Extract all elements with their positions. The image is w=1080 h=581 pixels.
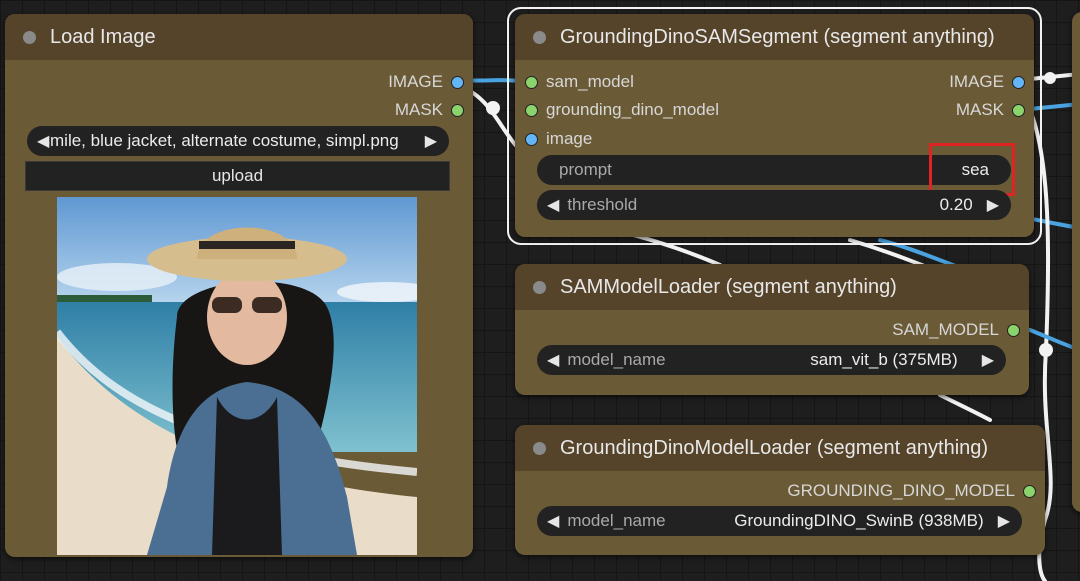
reroute-dot-2	[1044, 72, 1056, 84]
output-image-label: IMAGE	[388, 72, 443, 91]
image-file-combo[interactable]: ◀ ket, smile, blue jacket, alternate cos…	[27, 126, 449, 156]
sam-model-name-combo[interactable]: ◀ model_name sam_vit_b (375MB) ▶	[537, 345, 1006, 375]
output-mask-label: MASK	[955, 100, 1004, 119]
load-image-node[interactable]: Load Image IMAGE MASK ◀ ket, smile, blue…	[5, 14, 473, 557]
output-mask-socket-icon[interactable]	[1012, 103, 1025, 117]
threshold-value: 0.20	[939, 195, 973, 214]
output-mask-socket-icon[interactable]	[451, 103, 464, 117]
grounding-dino-model-loader-node[interactable]: GroundingDinoModelLoader (segment anythi…	[515, 425, 1045, 555]
right-arrow-icon[interactable]: ▶	[987, 195, 999, 215]
input-sam-model-label: sam_model	[546, 72, 634, 91]
right-arrow-icon[interactable]: ▶	[982, 350, 994, 370]
wire-white-4	[938, 393, 992, 422]
output-mask[interactable]: MASK	[956, 100, 1025, 120]
collapse-dot-icon[interactable]	[533, 280, 546, 294]
left-arrow-icon[interactable]: ◀	[547, 350, 559, 370]
model-name-value: GroundingDINO_SwinB (938MB)	[734, 511, 984, 530]
node-title: GroundingDinoSAMSegment (segment anythin…	[560, 25, 995, 48]
dino-model-name-combo[interactable]: ◀ model_name GroundingDINO_SwinB (938MB)…	[537, 506, 1022, 536]
left-arrow-icon[interactable]: ◀	[547, 195, 559, 215]
node-title-bar[interactable]: GroundingDinoModelLoader (segment anythi…	[515, 425, 1045, 471]
input-grounding-dino-model[interactable]: grounding_dino_model	[525, 100, 719, 120]
right-arrow-icon[interactable]: ▶	[425, 131, 437, 151]
node-title-bar[interactable]: Load Image	[5, 14, 473, 60]
input-image[interactable]: image	[525, 129, 592, 149]
input-sam-model-socket-icon[interactable]	[525, 75, 538, 89]
upload-button[interactable]: upload	[25, 161, 450, 191]
image-filename: ket, smile, blue jacket, alternate costu…	[49, 131, 399, 150]
output-image[interactable]: IMAGE	[949, 72, 1025, 92]
output-sam-model-socket-icon[interactable]	[1007, 323, 1020, 337]
output-grounding-dino-model[interactable]: GROUNDING_DINO_MODEL	[787, 481, 1036, 501]
model-name-label: model_name	[567, 511, 666, 530]
left-arrow-icon[interactable]: ◀	[547, 511, 559, 531]
input-image-socket-icon[interactable]	[525, 132, 538, 146]
output-sam-model-label: SAM_MODEL	[892, 320, 999, 339]
reroute-dot-3	[1039, 343, 1053, 357]
input-sam-model[interactable]: sam_model	[525, 72, 634, 92]
input-grounding-dino-label: grounding_dino_model	[546, 100, 719, 119]
output-image-label: IMAGE	[949, 72, 1004, 91]
sam-model-loader-node[interactable]: SAMModelLoader (segment anything) SAM_MO…	[515, 264, 1029, 395]
node-title: SAMModelLoader (segment anything)	[560, 275, 897, 298]
node-title: Load Image	[50, 25, 156, 48]
threshold-slider[interactable]: ◀ threshold 0.20 ▶	[537, 190, 1011, 220]
output-image-socket-icon[interactable]	[451, 75, 464, 89]
output-mask[interactable]: MASK	[395, 100, 464, 120]
model-name-value: sam_vit_b (375MB)	[810, 350, 958, 369]
node-title-bar[interactable]: GroundingDinoSAMSegment (segment anythin…	[515, 14, 1034, 60]
model-name-label: model_name	[567, 350, 666, 369]
output-grounding-dino-socket-icon[interactable]	[1023, 484, 1036, 498]
offscreen-node-edge	[1072, 12, 1080, 512]
collapse-dot-icon[interactable]	[533, 30, 546, 44]
node-title-bar[interactable]: SAMModelLoader (segment anything)	[515, 264, 1029, 310]
node-title: GroundingDinoModelLoader (segment anythi…	[560, 436, 989, 459]
output-image[interactable]: IMAGE	[388, 72, 464, 92]
left-arrow-icon[interactable]: ◀	[37, 131, 49, 151]
grounding-dino-sam-segment-node[interactable]: GroundingDinoSAMSegment (segment anythin…	[515, 14, 1034, 237]
beach-photo-illustration	[57, 197, 417, 555]
prompt-highlight-box	[929, 143, 1015, 196]
input-image-label: image	[546, 129, 593, 148]
output-image-socket-icon[interactable]	[1012, 75, 1025, 89]
output-mask-label: MASK	[394, 100, 443, 119]
collapse-dot-icon[interactable]	[533, 441, 546, 455]
image-preview	[57, 197, 417, 555]
input-grounding-dino-socket-icon[interactable]	[525, 103, 538, 117]
right-arrow-icon[interactable]: ▶	[998, 511, 1010, 531]
threshold-label: threshold	[567, 195, 638, 214]
output-grounding-dino-label: GROUNDING_DINO_MODEL	[787, 481, 1015, 500]
output-sam-model[interactable]: SAM_MODEL	[892, 320, 1020, 340]
reroute-dot-1	[486, 101, 500, 115]
collapse-dot-icon[interactable]	[23, 30, 36, 44]
prompt-label: prompt	[559, 160, 612, 179]
